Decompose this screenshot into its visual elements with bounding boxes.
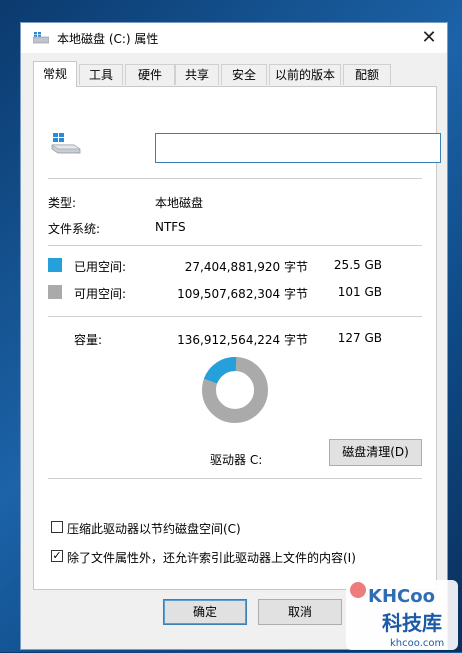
filesystem-value: NTFS: [155, 220, 186, 234]
ok-button[interactable]: 确定: [163, 599, 247, 625]
cancel-button[interactable]: 取消: [258, 599, 342, 625]
brand-text: KHCoo: [368, 586, 435, 607]
separator: [48, 245, 422, 246]
capacity-size: 127 GB: [337, 331, 382, 345]
free-color-swatch: [48, 285, 62, 299]
used-space-bytes: 27,404,881,920 字节: [184, 260, 308, 274]
type-value: 本地磁盘: [155, 196, 204, 210]
drive-large-icon: [51, 133, 81, 154]
free-space-size: 101 GB: [337, 285, 382, 299]
separator: [48, 178, 422, 179]
free-space-label: 可用空间:: [74, 287, 127, 301]
drive-icon: [33, 32, 49, 44]
drive-name-input[interactable]: [155, 133, 441, 163]
capacity-label: 容量:: [74, 333, 103, 347]
drive-letter-label: 驱动器 C:: [210, 453, 263, 467]
type-label: 类型:: [48, 196, 77, 210]
used-space-size: 25.5 GB: [333, 258, 382, 272]
tab-tools[interactable]: 工具: [79, 64, 123, 85]
index-checkbox[interactable]: ✓: [51, 550, 63, 562]
used-color-swatch: [48, 258, 62, 272]
capacity-bytes: 136,912,564,224 字节: [177, 333, 308, 347]
separator: [48, 478, 422, 479]
tab-general[interactable]: 常规: [33, 61, 77, 87]
index-label: 除了文件属性外，还允许索引此驱动器上文件的内容(I): [67, 551, 356, 565]
tab-hardware[interactable]: 硬件: [125, 64, 175, 85]
separator: [48, 316, 422, 317]
compress-label: 压缩此驱动器以节约磁盘空间(C): [67, 522, 241, 536]
usage-donut-chart: [202, 357, 268, 423]
khcoo-watermark: KHCoo 科技库 khcoo.com: [346, 576, 458, 650]
filesystem-label: 文件系统:: [48, 222, 101, 236]
used-space-label: 已用空间:: [74, 260, 127, 274]
cn-text: 科技库: [382, 611, 442, 635]
site-text: khcoo.com: [390, 638, 444, 649]
tab-sharing[interactable]: 共享: [175, 64, 219, 85]
window-title: 本地磁盘 (C:) 属性: [57, 32, 159, 46]
disk-cleanup-button[interactable]: 磁盘清理(D): [329, 439, 422, 466]
close-button[interactable]: ✕: [417, 26, 441, 50]
tab-security[interactable]: 安全: [221, 64, 267, 85]
free-space-bytes: 109,507,682,304 字节: [177, 287, 308, 301]
title-bar: 本地磁盘 (C:) 属性 ✕: [21, 23, 447, 53]
tab-previous-versions[interactable]: 以前的版本: [269, 64, 341, 85]
properties-dialog: 本地磁盘 (C:) 属性 ✕ 常规 工具 硬件 共享 安全 以前的版本 配额 类…: [20, 22, 448, 650]
khcoo-logo: KHCoo 科技库 khcoo.com: [346, 580, 458, 650]
tab-quota[interactable]: 配额: [343, 64, 391, 85]
general-panel: 类型: 本地磁盘 文件系统: NTFS 已用空间: 27,404,881,920…: [33, 86, 441, 590]
compress-checkbox[interactable]: [51, 521, 63, 533]
